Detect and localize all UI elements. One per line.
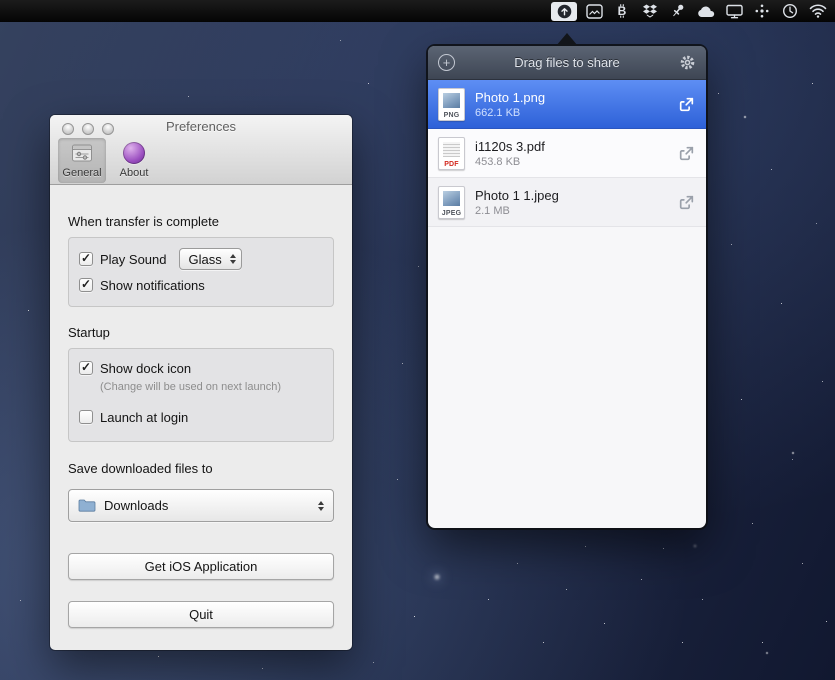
pdf-file-icon: PDF bbox=[438, 137, 465, 170]
toolbar-label: General bbox=[62, 167, 101, 179]
popup-arrows-icon bbox=[230, 254, 236, 264]
share-button[interactable] bbox=[677, 193, 696, 212]
file-name: Photo 1.png bbox=[475, 90, 545, 105]
file-type-badge: PNG bbox=[439, 112, 464, 119]
popup-arrows-icon bbox=[318, 501, 324, 511]
add-files-button[interactable]: + bbox=[438, 54, 455, 71]
jpeg-file-icon: JPEG bbox=[438, 186, 465, 219]
preferences-window: Preferences General About When transfer … bbox=[50, 115, 352, 650]
toolbar-item-about[interactable]: About bbox=[110, 138, 158, 183]
show-notifications-checkbox[interactable]: ✓ bbox=[79, 278, 93, 292]
clock-menu-icon[interactable] bbox=[776, 0, 804, 22]
folder-icon bbox=[78, 499, 96, 512]
general-icon bbox=[70, 140, 95, 165]
share-icon bbox=[677, 95, 696, 114]
about-icon bbox=[122, 140, 147, 165]
startup-section-heading: Startup bbox=[68, 325, 110, 340]
file-size: 453.8 KB bbox=[475, 156, 545, 168]
pin-menu-icon[interactable] bbox=[664, 0, 692, 22]
display-menu-icon[interactable] bbox=[720, 0, 748, 22]
quit-button[interactable]: Quit bbox=[68, 601, 334, 628]
file-size: 662.1 KB bbox=[475, 107, 545, 119]
share-button[interactable] bbox=[677, 95, 696, 114]
file-size: 2.1 MB bbox=[475, 205, 559, 217]
transfer-group-box: ✓ Play Sound Glass ✓ Show notifications bbox=[68, 237, 334, 307]
dock-change-note: (Change will be used on next launch) bbox=[100, 381, 323, 393]
popover-title: Drag files to share bbox=[428, 55, 706, 70]
cloud-menu-icon[interactable] bbox=[692, 0, 720, 22]
file-name: i1120s 3.pdf bbox=[475, 139, 545, 154]
png-file-icon: PNG bbox=[438, 88, 465, 121]
startup-group-box: ✓ Show dock icon (Change will be used on… bbox=[68, 348, 334, 442]
save-section-heading: Save downloaded files to bbox=[68, 461, 213, 476]
svg-text:B: B bbox=[618, 4, 627, 18]
file-row[interactable]: PDF i1120s 3.pdf 453.8 KB bbox=[428, 129, 706, 178]
dropbox-menu-icon[interactable] bbox=[636, 0, 664, 22]
share-icon bbox=[677, 193, 696, 212]
settings-gear-button[interactable] bbox=[679, 54, 696, 71]
play-sound-label: Play Sound bbox=[100, 252, 167, 267]
popover-arrow bbox=[556, 33, 578, 46]
file-row[interactable]: PNG Photo 1.png 662.1 KB bbox=[428, 80, 706, 129]
prefs-content: When transfer is complete ✓ Play Sound G… bbox=[50, 185, 352, 650]
toolbar-item-general[interactable]: General bbox=[58, 138, 106, 183]
launch-at-login-checkbox[interactable] bbox=[79, 410, 93, 424]
share-app-menu-icon[interactable] bbox=[551, 2, 577, 21]
file-type-badge: PDF bbox=[439, 161, 464, 168]
plus-icon: + bbox=[443, 56, 451, 69]
popover-header: + Drag files to share bbox=[428, 46, 706, 80]
file-row[interactable]: JPEG Photo 1 1.jpeg 2.1 MB bbox=[428, 178, 706, 227]
check-mark-icon: ✓ bbox=[81, 252, 91, 264]
share-button[interactable] bbox=[677, 144, 696, 163]
share-popover: + Drag files to share PNG Photo 1.png 66… bbox=[428, 46, 706, 528]
transfer-section-heading: When transfer is complete bbox=[68, 214, 219, 229]
file-type-badge: JPEG bbox=[439, 210, 464, 217]
menu-bar: B bbox=[0, 0, 835, 22]
share-icon bbox=[677, 144, 696, 163]
check-mark-icon: ✓ bbox=[81, 278, 91, 290]
bitcoin-menu-icon[interactable]: B bbox=[608, 0, 636, 22]
save-folder-popup[interactable]: Downloads bbox=[68, 489, 334, 522]
save-folder-value: Downloads bbox=[104, 498, 168, 513]
file-name: Photo 1 1.jpeg bbox=[475, 188, 559, 203]
sound-popup[interactable]: Glass bbox=[179, 248, 242, 270]
gear-icon bbox=[679, 54, 696, 71]
play-sound-checkbox[interactable]: ✓ bbox=[79, 252, 93, 266]
dots-menu-icon[interactable] bbox=[748, 0, 776, 22]
sound-popup-value: Glass bbox=[189, 252, 222, 267]
toolbar-label: About bbox=[120, 167, 149, 179]
show-dock-icon-checkbox[interactable]: ✓ bbox=[79, 361, 93, 375]
window-title: Preferences bbox=[50, 119, 352, 134]
show-dock-icon-label: Show dock icon bbox=[100, 361, 191, 376]
title-bar: Preferences General About bbox=[50, 115, 352, 185]
check-mark-icon: ✓ bbox=[81, 361, 91, 373]
photos-menu-icon[interactable] bbox=[580, 0, 608, 22]
prefs-toolbar: General About bbox=[58, 138, 158, 183]
get-ios-application-button[interactable]: Get iOS Application bbox=[68, 553, 334, 580]
launch-at-login-label: Launch at login bbox=[100, 410, 188, 425]
file-list: PNG Photo 1.png 662.1 KB PDF i1120s 3.pd… bbox=[428, 80, 706, 227]
show-notifications-label: Show notifications bbox=[100, 278, 205, 293]
wifi-menu-icon[interactable] bbox=[804, 0, 832, 22]
